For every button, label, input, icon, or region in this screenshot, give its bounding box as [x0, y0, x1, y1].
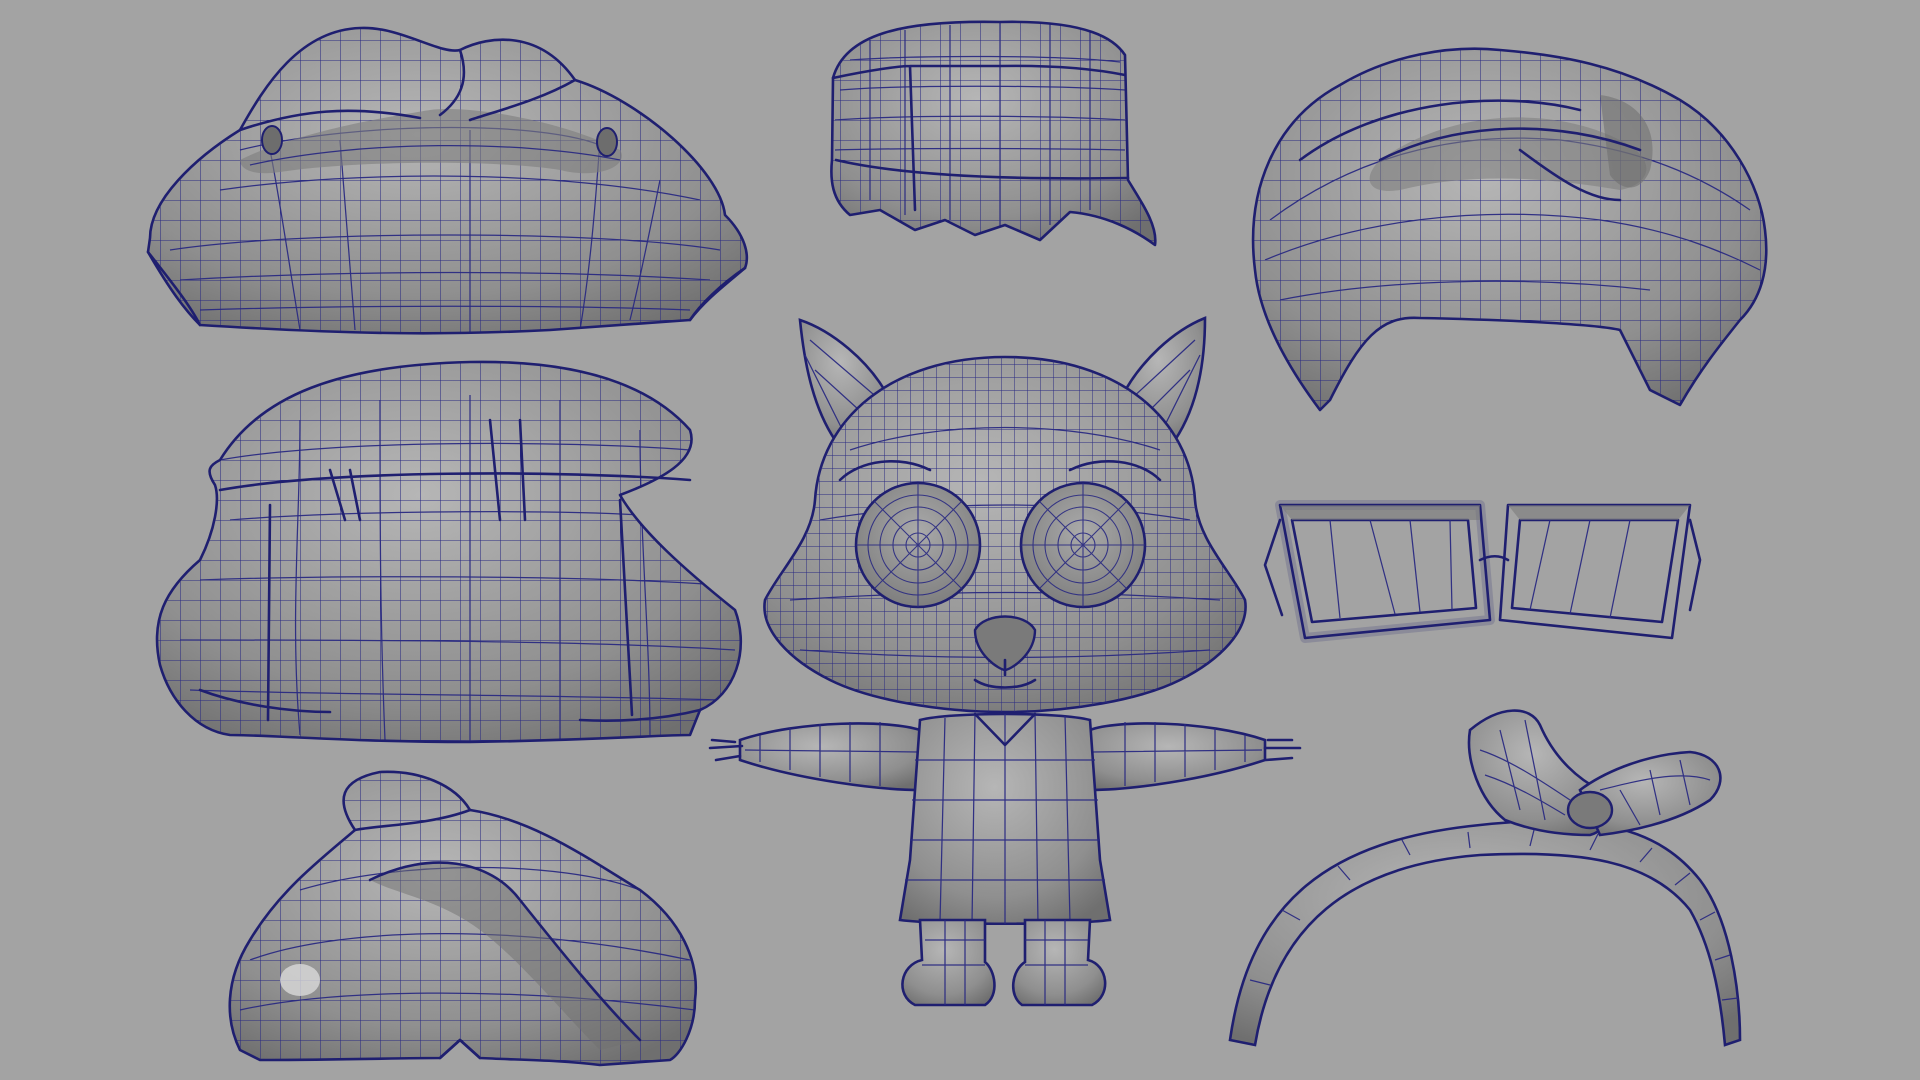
glasses-mesh-square[interactable] [1263, 500, 1702, 643]
hair-mesh-bangs-swoop[interactable] [1240, 40, 1780, 420]
viewport-canvas[interactable] [0, 0, 1920, 1080]
character-mesh-cat[interactable] [708, 316, 1302, 1007]
headband-mesh-bow[interactable] [1228, 709, 1742, 1047]
hair-mesh-bun[interactable] [220, 765, 710, 1075]
hair-mesh-bob-side-flip[interactable] [140, 20, 760, 350]
hair-mesh-long-bob[interactable] [150, 355, 760, 755]
hat-mesh-cap[interactable] [820, 15, 1160, 255]
3d-viewport[interactable] [0, 0, 1920, 1080]
